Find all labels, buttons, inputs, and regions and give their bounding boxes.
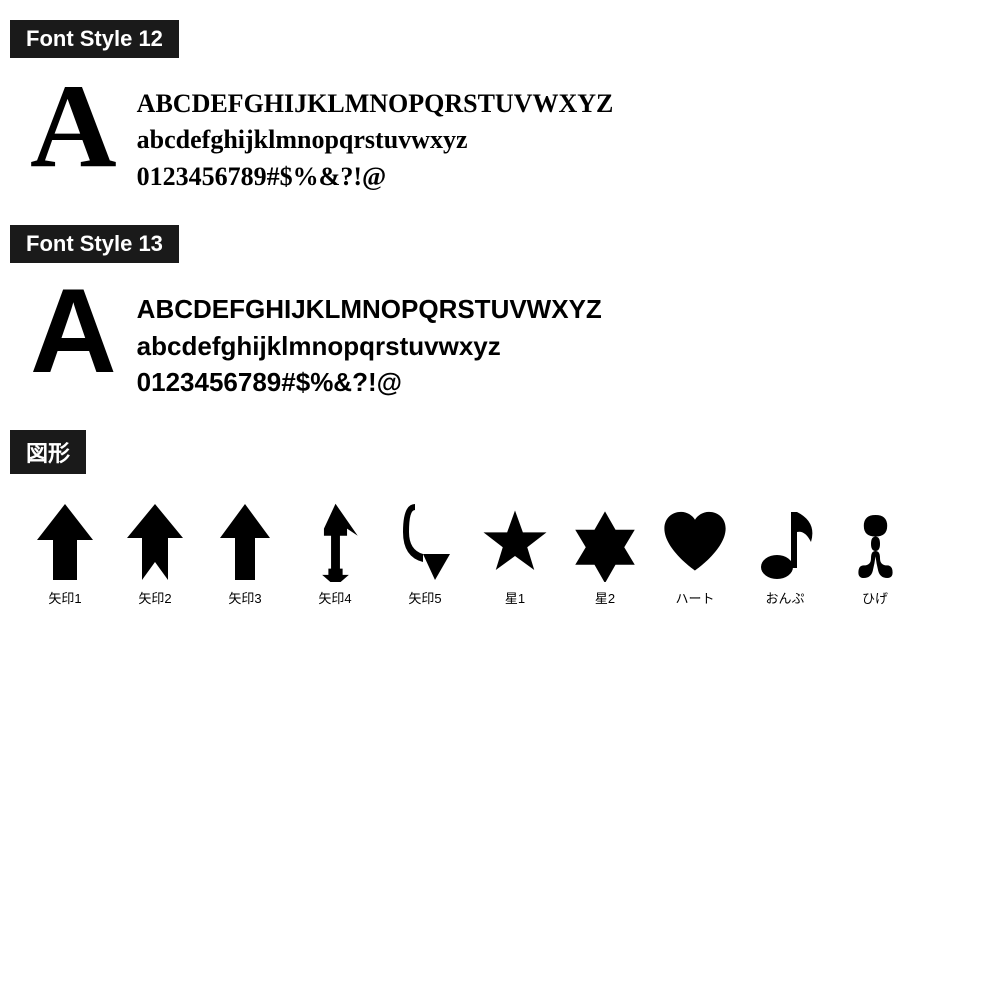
shape-icon-heart xyxy=(660,502,730,582)
shape-label-onpu: おんぷ xyxy=(765,588,804,607)
shape-icon-yajirushi2 xyxy=(120,502,190,582)
font-style-12-big-letter: A xyxy=(30,66,117,186)
font-style-12-header: Font Style 12 xyxy=(10,20,179,58)
font-style-13-line-1: ABCDEFGHIJKLMNOPQRSTUVWXYZ xyxy=(137,291,602,327)
shape-item-yajirushi1: 矢印1 xyxy=(20,502,110,607)
shape-item-hige: ひげ xyxy=(830,502,920,607)
shapes-grid: 矢印1 矢印2 矢印3 xyxy=(10,502,990,607)
shape-icon-hige xyxy=(840,502,910,582)
font-style-12-char-lines: ABCDEFGHIJKLMNOPQRSTUVWXYZ abcdefghijklm… xyxy=(137,76,614,195)
font-style-12-line-2: abcdefghijklmnopqrstuvwxyz xyxy=(137,122,614,158)
shape-icon-hoshi1 xyxy=(480,502,550,582)
shape-icon-yajirushi5 xyxy=(390,502,460,582)
page: Font Style 12 A ABCDEFGHIJKLMNOPQRSTUVWX… xyxy=(0,0,1000,1000)
shapes-header: 図形 xyxy=(10,430,86,474)
shape-item-yajirushi5: 矢印5 xyxy=(380,502,470,607)
shape-label-yajirushi1: 矢印1 xyxy=(48,588,81,607)
shape-item-yajirushi3: 矢印3 xyxy=(200,502,290,607)
font-style-13-line-2: abcdefghijklmnopqrstuvwxyz xyxy=(137,328,602,364)
shape-label-hige: ひげ xyxy=(862,588,888,607)
shape-label-hoshi1: 星1 xyxy=(505,588,525,607)
shape-icon-yajirushi1 xyxy=(30,502,100,582)
shape-label-yajirushi4: 矢印4 xyxy=(318,588,351,607)
shape-item-hoshi2: 星2 xyxy=(560,502,650,607)
font-style-13-section: Font Style 13 A ABCDEFGHIJKLMNOPQRSTUVWX… xyxy=(10,225,990,400)
font-style-12-line-1: ABCDEFGHIJKLMNOPQRSTUVWXYZ xyxy=(137,86,614,122)
shape-label-yajirushi5: 矢印5 xyxy=(408,588,441,607)
shape-item-onpu: おんぷ xyxy=(740,502,830,607)
shapes-section: 図形 矢印1 矢印2 xyxy=(10,430,990,607)
shape-icon-yajirushi4 xyxy=(300,502,370,582)
font-style-13-demo: A ABCDEFGHIJKLMNOPQRSTUVWXYZ abcdefghijk… xyxy=(10,281,990,400)
shape-icon-yajirushi3 xyxy=(210,502,280,582)
shape-item-yajirushi4: 矢印4 xyxy=(290,502,380,607)
font-style-13-big-letter: A xyxy=(30,271,117,391)
shape-item-yajirushi2: 矢印2 xyxy=(110,502,200,607)
font-style-13-header: Font Style 13 xyxy=(10,225,179,263)
font-style-12-demo: A ABCDEFGHIJKLMNOPQRSTUVWXYZ abcdefghijk… xyxy=(10,76,990,195)
shape-label-heart: ハート xyxy=(675,588,714,607)
font-style-13-char-lines: ABCDEFGHIJKLMNOPQRSTUVWXYZ abcdefghijklm… xyxy=(137,281,602,400)
shape-item-hoshi1: 星1 xyxy=(470,502,560,607)
font-style-13-line-3: 0123456789#$%&?!@ xyxy=(137,364,602,400)
shape-label-yajirushi2: 矢印2 xyxy=(138,588,171,607)
shape-item-heart: ハート xyxy=(650,502,740,607)
font-style-12-line-3: 0123456789#$%&?!@ xyxy=(137,159,614,195)
shape-icon-onpu xyxy=(750,502,820,582)
shape-label-yajirushi3: 矢印3 xyxy=(228,588,261,607)
font-style-12-section: Font Style 12 A ABCDEFGHIJKLMNOPQRSTUVWX… xyxy=(10,20,990,195)
shape-icon-hoshi2 xyxy=(570,502,640,582)
shape-label-hoshi2: 星2 xyxy=(595,588,615,607)
